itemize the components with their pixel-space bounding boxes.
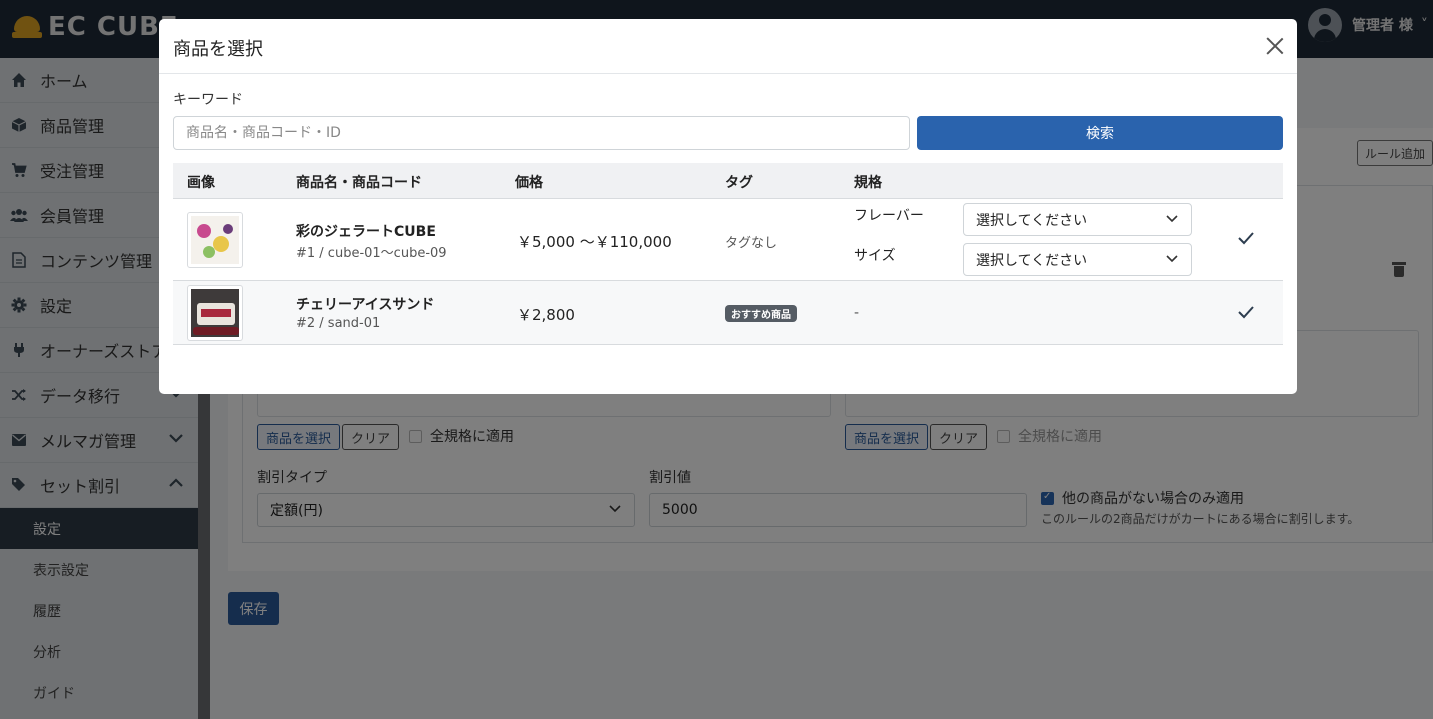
flavor-select-value: 選択してください <box>976 212 1088 229</box>
table-row: 彩のジェラートCUBE #1 / cube-01〜cube-09 ￥5,000 … <box>173 199 1283 281</box>
column-header-tag: タグ <box>725 175 753 191</box>
product-tag: タグなし <box>725 236 778 251</box>
size-select[interactable]: 選択してください <box>963 243 1192 276</box>
table-header: 画像 商品名・商品コード 価格 タグ 規格 <box>173 163 1283 199</box>
column-header-price: 価格 <box>515 175 543 191</box>
keyword-input[interactable] <box>173 116 910 150</box>
spec-empty: - <box>854 305 860 321</box>
product-select-modal: 商品を選択 キーワード 検索 画像 商品名・商品コード 価格 タグ 規格 彩のジ… <box>159 19 1297 394</box>
product-name: チェリーアイスサンド <box>296 297 435 313</box>
product-code: #2 / sand-01 <box>296 316 381 331</box>
spec-label-size: サイズ <box>854 248 896 264</box>
close-icon[interactable] <box>1265 36 1285 56</box>
column-header-name: 商品名・商品コード <box>296 175 422 191</box>
modal-title: 商品を選択 <box>173 39 263 60</box>
product-thumbnail <box>187 212 243 268</box>
product-thumbnail <box>187 285 243 341</box>
select-check-icon[interactable] <box>1237 301 1255 325</box>
product-price: ￥5,000 〜￥110,000 <box>517 233 672 251</box>
spec-label-flavor: フレーバー <box>854 208 924 224</box>
product-code: #1 / cube-01〜cube-09 <box>296 246 447 261</box>
tag-badge: おすすめ商品 <box>725 305 797 322</box>
table-row: チェリーアイスサンド #2 / sand-01 ￥2,800 おすすめ商品 - <box>173 281 1283 345</box>
size-select-value: 選択してください <box>976 252 1088 269</box>
product-name: 彩のジェラートCUBE <box>296 224 436 240</box>
search-button[interactable]: 検索 <box>917 116 1283 150</box>
keyword-label: キーワード <box>173 92 243 108</box>
chevron-down-icon <box>1165 251 1179 269</box>
column-header-image: 画像 <box>187 175 215 191</box>
column-header-spec: 規格 <box>854 175 882 191</box>
modal-header: 商品を選択 <box>159 19 1297 74</box>
product-price: ￥2,800 <box>517 306 575 324</box>
select-check-icon[interactable] <box>1237 227 1255 251</box>
flavor-select[interactable]: 選択してください <box>963 203 1192 236</box>
chevron-down-icon <box>1165 211 1179 229</box>
